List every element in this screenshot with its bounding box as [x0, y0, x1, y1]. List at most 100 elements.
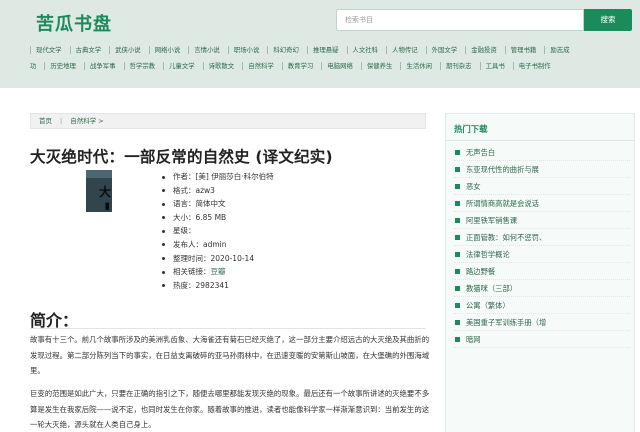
- nav-item[interactable]: 武侠小说: [109, 42, 149, 58]
- nav-item[interactable]: 战争军事: [83, 58, 124, 74]
- meta-size: 大小：6.85 MB: [162, 211, 274, 225]
- bullet-icon: [162, 229, 165, 233]
- nav-item[interactable]: 金融投资: [465, 42, 505, 58]
- nav-item[interactable]: 期刊杂志: [440, 58, 480, 74]
- meta-date: 整理时间：2020-10-14: [162, 252, 274, 266]
- category-nav: 现代文学 古典文学 武侠小说 网络小说 言情小说 职场小说 科幻奇幻 推理悬疑 …: [30, 42, 638, 74]
- breadcrumb-separator: |: [60, 117, 63, 125]
- meta-label: 发布人：: [173, 239, 203, 249]
- list-item[interactable]: 教猫咪（三部）: [454, 280, 630, 297]
- meta-value: azw3: [195, 185, 215, 195]
- nav-item[interactable]: 网络小说: [148, 42, 189, 58]
- nav-item[interactable]: 管理书籍: [504, 42, 545, 58]
- site-logo[interactable]: 苦瓜书盘: [36, 10, 112, 36]
- bullet-icon: [162, 243, 165, 247]
- nav-item[interactable]: 自然科学: [242, 58, 282, 74]
- nav-item[interactable]: 哲学宗教: [123, 58, 164, 74]
- nav-item[interactable]: 教育学习: [281, 58, 322, 74]
- cover-glyph-shape: ▮: [104, 201, 110, 212]
- divider: [446, 140, 634, 141]
- intro-paragraph-2: 巨变的范围是如此广大，只要在正确的指引之下，随便去哪里都能发现灭绝的现象。最后还…: [30, 389, 430, 430]
- douban-link[interactable]: 豆瓣: [211, 267, 226, 276]
- meta-author: 作者：[美] 伊丽莎白·科尔伯特: [162, 170, 274, 184]
- list-item[interactable]: 阿里铁军销售课: [454, 212, 630, 229]
- list-item[interactable]: 正面管教：如何不惩罚、: [454, 229, 630, 246]
- category-nav-row-1: 现代文学 古典文学 武侠小说 网络小说 言情小说 职场小说 科幻奇幻 推理悬疑 …: [30, 42, 638, 58]
- nav-item[interactable]: 电脑网络: [321, 58, 361, 74]
- nav-item[interactable]: 职场小说: [227, 42, 268, 58]
- bullet-icon: [162, 257, 165, 261]
- nav-item[interactable]: 人文社科: [346, 42, 387, 58]
- book-cover[interactable]: 大 ▮: [86, 170, 112, 212]
- meta-popularity: 热度：2982341: [162, 279, 274, 293]
- nav-item[interactable]: 言情小说: [188, 42, 228, 58]
- breadcrumb-home[interactable]: 首页: [39, 117, 52, 125]
- meta-label: 星级：: [173, 226, 196, 236]
- meta-label: 语言：: [173, 199, 196, 209]
- list-item[interactable]: 暗网: [454, 331, 630, 348]
- nav-item[interactable]: 励志成: [544, 42, 577, 58]
- nav-item[interactable]: 电子书制作: [512, 58, 559, 74]
- cover-band: [86, 170, 112, 178]
- search-input[interactable]: 检索书目: [336, 9, 584, 31]
- site-header: 苦瓜书盘 检索书目 搜索 现代文学 古典文学 武侠小说 网络小说 言情小说 职场…: [0, 0, 640, 88]
- list-item[interactable]: 法律哲学概论: [454, 246, 630, 263]
- list-item[interactable]: 无声告白: [454, 144, 630, 161]
- nav-item[interactable]: 功: [30, 58, 44, 74]
- nav-item[interactable]: 诗歌散文: [202, 58, 243, 74]
- list-item[interactable]: 路边野餐: [454, 263, 630, 280]
- intro-paragraph-1: 故事有十三个。前几个故事所涉及的美洲乳齿象、大海雀还有菊石已经灭绝了，这一部分主…: [30, 335, 430, 376]
- sidebar-title: 热门下载: [454, 124, 488, 134]
- meta-links: 相关链接：豆瓣: [162, 265, 274, 279]
- nav-item[interactable]: 推理悬疑: [306, 42, 347, 58]
- nav-item[interactable]: 人物传记: [386, 42, 426, 58]
- meta-label: 整理时间：: [173, 253, 211, 263]
- meta-value: admin: [203, 239, 227, 249]
- meta-publisher: 发布人：admin: [162, 238, 274, 252]
- bullet-icon: [162, 189, 165, 193]
- book-title: 大灭绝时代：一部反常的自然史 (译文纪实): [30, 148, 333, 166]
- meta-format: 格式：azw3: [162, 184, 274, 198]
- bullet-icon: [162, 284, 165, 288]
- bullet-icon: [162, 175, 165, 179]
- meta-value: 简体中文: [195, 199, 226, 209]
- nav-item[interactable]: 儿童文学: [163, 58, 203, 74]
- list-item[interactable]: 美国重子军训练手册（增: [454, 314, 630, 331]
- divider: [30, 328, 426, 329]
- hot-downloads-list: 无声告白 东亚现代性的曲折与展 恶女 所谓情商高就是会说话 阿里铁军销售课 正面…: [454, 144, 630, 348]
- meta-value: 2982341: [195, 280, 229, 290]
- bullet-icon: [162, 216, 165, 220]
- nav-item[interactable]: 外国文学: [425, 42, 466, 58]
- bullet-icon: [162, 202, 165, 206]
- meta-rating: 星级：: [162, 224, 274, 238]
- nav-item[interactable]: 历史地理: [44, 58, 84, 74]
- meta-value: 2020-10-14: [210, 253, 255, 263]
- nav-item[interactable]: 生活休闲: [400, 58, 440, 74]
- list-item[interactable]: 公寓（繁体）: [454, 297, 630, 314]
- breadcrumb: 首页 | 自然科学 >: [30, 113, 426, 129]
- meta-label: 大小：: [173, 212, 196, 222]
- meta-label: 相关链接：: [173, 267, 211, 277]
- meta-value: [美] 伊丽莎白·科尔伯特: [195, 172, 274, 181]
- category-nav-row-2: 功 历史地理 战争军事 哲学宗教 儿童文学 诗歌散文 自然科学 教育学习 电脑网…: [30, 58, 638, 74]
- breadcrumb-category[interactable]: 自然科学: [70, 117, 96, 125]
- bullet-icon: [162, 270, 165, 274]
- meta-label: 格式：: [173, 185, 196, 195]
- nav-item[interactable]: 科幻奇幻: [267, 42, 307, 58]
- nav-item[interactable]: 保健养生: [360, 58, 401, 74]
- nav-item[interactable]: 古典文学: [69, 42, 110, 58]
- nav-item[interactable]: 工具书: [479, 58, 513, 74]
- search-button[interactable]: 搜索: [584, 9, 632, 31]
- nav-item[interactable]: 现代文学: [30, 42, 70, 58]
- meta-language: 语言：简体中文: [162, 197, 274, 211]
- book-meta-list: 作者：[美] 伊丽莎白·科尔伯特 格式：azw3 语言：简体中文 大小：6.85…: [162, 170, 274, 292]
- list-item[interactable]: 所谓情商高就是会说话: [454, 195, 630, 212]
- meta-label: 热度：: [173, 280, 196, 290]
- breadcrumb-arrow: >: [98, 117, 104, 125]
- list-item[interactable]: 恶女: [454, 178, 630, 195]
- meta-label: 作者：: [173, 172, 196, 181]
- cover-title-glyph: 大: [98, 185, 111, 199]
- meta-value: 6.85 MB: [195, 212, 227, 222]
- list-item[interactable]: 东亚现代性的曲折与展: [454, 161, 630, 178]
- hot-downloads-sidebar: 热门下载 无声告白 东亚现代性的曲折与展 恶女 所谓情商高就是会说话 阿里铁军销…: [445, 113, 635, 432]
